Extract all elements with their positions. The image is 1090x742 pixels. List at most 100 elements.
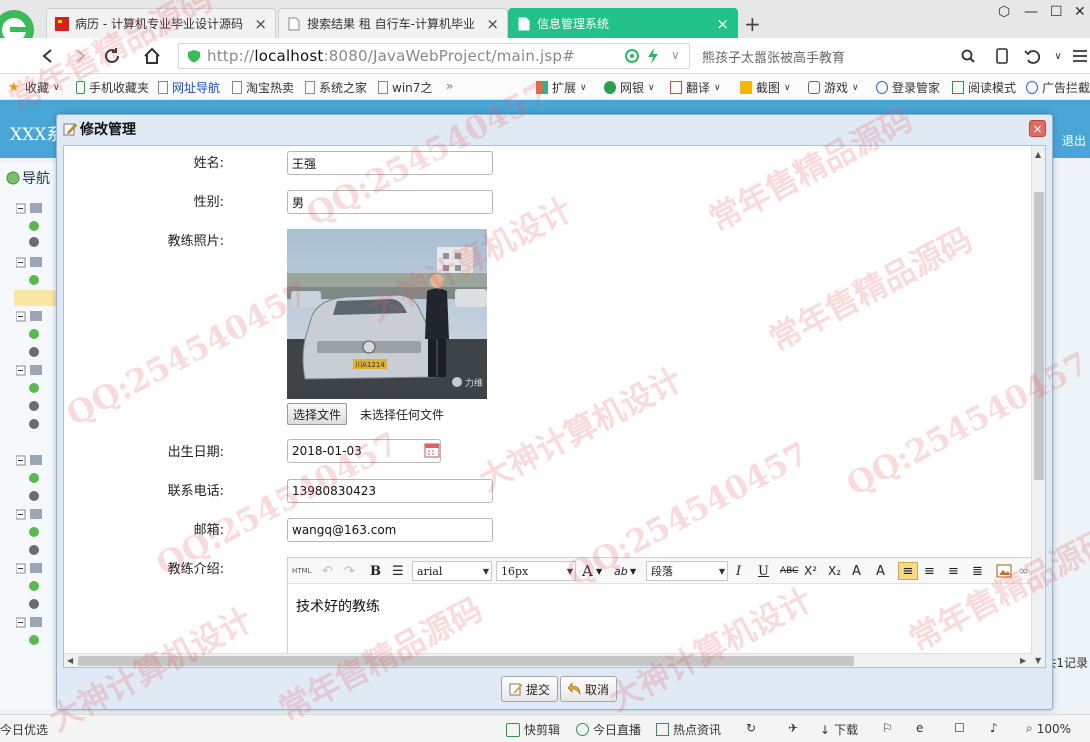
tab-close-icon[interactable]: × (254, 15, 267, 33)
submit-button[interactable]: 提交 (501, 676, 559, 702)
paragraph-select[interactable]: 段落 ▼ (646, 561, 728, 581)
tree-item-icon[interactable] (18, 382, 58, 394)
choose-file-button[interactable]: 选择文件 (287, 403, 348, 425)
bookmark-win7[interactable]: win7之 (378, 79, 432, 96)
mobile-icon[interactable] (990, 44, 1014, 68)
back-icon[interactable] (36, 44, 60, 68)
undo-dropdown-icon[interactable]: ∨ (1046, 44, 1070, 68)
tab-medical-records[interactable]: 病历 - 计算机专业毕业设计源码 × (46, 8, 276, 38)
tree-item-icon[interactable] (18, 400, 58, 412)
search-icon[interactable] (956, 44, 980, 68)
tree-item-icon[interactable] (18, 526, 58, 538)
bold-button[interactable]: B (370, 562, 381, 580)
dropdown-arrow-icon[interactable]: ▼ (596, 562, 602, 580)
dialog-vertical-scrollbar[interactable]: ▲ ▼ (1031, 146, 1045, 667)
home-icon[interactable] (140, 44, 164, 68)
bookmark-login[interactable]: 登录管家 (876, 79, 940, 96)
tree-item-icon[interactable] (18, 598, 58, 610)
dialog-horizontal-scrollbar[interactable]: ◀ ▶ (64, 653, 1033, 667)
font-style-icon[interactable]: A (852, 562, 861, 580)
search-input[interactable]: 熊孩子太嚣张被高手教育 (702, 47, 845, 66)
tree-item-icon[interactable] (18, 580, 58, 592)
redo-icon[interactable]: ↷ (344, 562, 355, 580)
highlight-button[interactable]: ab (614, 562, 628, 580)
logout-link[interactable]: 退出 (1062, 132, 1086, 149)
status-download[interactable]: ↓ 下载 (820, 721, 858, 738)
tree-item-icon[interactable] (18, 472, 58, 484)
bookmark-translate[interactable]: 翻译 ∨ (670, 79, 721, 96)
align-center-icon[interactable]: ≡ (924, 562, 935, 580)
forward-icon[interactable] (68, 44, 92, 68)
status-pin-icon[interactable]: ✈ (788, 721, 798, 735)
link-icon[interactable]: ∞ (1018, 562, 1029, 580)
gender-field[interactable] (287, 190, 493, 214)
tree-item-icon[interactable] (18, 544, 58, 556)
dialog-titlebar[interactable]: 修改管理 × (57, 115, 1052, 143)
tree-item-icon[interactable] (18, 236, 58, 248)
status-quick-edit[interactable]: 快剪辑 (506, 721, 560, 738)
tab-search-results[interactable]: 搜索结果 租 自行车-计算机毕业 × (278, 8, 508, 38)
address-bar[interactable]: http://localhost:8080/JavaWebProject/mai… (178, 43, 690, 69)
horizontal-scroll-thumb[interactable] (78, 656, 854, 666)
reload-icon[interactable] (100, 44, 124, 68)
tree-folder[interactable] (15, 310, 56, 324)
tree-item-selected[interactable] (14, 290, 58, 306)
tree-folder[interactable] (15, 562, 56, 576)
cancel-button[interactable]: 取消 (560, 676, 618, 702)
italic-button[interactable]: I (736, 562, 741, 580)
name-field[interactable] (287, 151, 493, 175)
close-window-icon[interactable]: ✕ (1074, 4, 1086, 20)
html-source-button[interactable]: HTML (292, 562, 311, 580)
font-style-alt-icon[interactable]: A (876, 562, 885, 580)
bookmark-nav[interactable]: 网址导航 (158, 79, 220, 96)
speed-mode-icon[interactable] (625, 49, 639, 63)
tree-folder[interactable] (15, 202, 56, 216)
status-zoom[interactable]: ⌕ 100% (1026, 721, 1071, 736)
font-family-select[interactable]: arial ▼ (412, 561, 492, 581)
dropdown-chevron-icon[interactable]: ∨ (671, 48, 680, 62)
tree-folder[interactable] (15, 256, 56, 270)
bookmark-bank[interactable]: 网银 ∨ (604, 79, 655, 96)
superscript-button[interactable]: X² (804, 562, 817, 580)
font-color-button[interactable]: A (582, 562, 593, 580)
tree-item-icon[interactable] (18, 490, 58, 502)
bookmark-screenshot[interactable]: 截图 ∨ (740, 79, 791, 96)
vertical-scroll-thumb[interactable] (1034, 192, 1044, 480)
birth-date-field[interactable] (287, 439, 441, 463)
status-browser-icon[interactable]: e (916, 721, 923, 735)
align-left-icon[interactable]: ≡ (898, 562, 918, 580)
status-refresh-icon[interactable]: ↻ (746, 721, 756, 735)
dropdown-arrow-icon[interactable]: ▼ (630, 562, 636, 580)
bookmark-mobile[interactable]: 手机收藏夹 (76, 79, 149, 96)
format-clear-icon[interactable]: ☰ (392, 562, 404, 580)
email-field[interactable] (287, 518, 493, 542)
tree-item-icon[interactable] (18, 634, 58, 646)
tree-item-icon[interactable] (18, 346, 58, 358)
editor-content[interactable]: 技术好的教练 (296, 596, 380, 616)
status-live[interactable]: 今日直播 (576, 721, 641, 738)
search-box[interactable]: 熊孩子太嚣张被高手教育 (692, 43, 982, 69)
status-flag-icon[interactable]: ⚐ (882, 721, 893, 735)
status-window-icon[interactable]: ☐ (954, 721, 965, 735)
bookmark-extensions[interactable]: 扩展 ∨ (536, 79, 587, 96)
align-right-icon[interactable]: ≡ (948, 562, 959, 580)
status-daily-picks[interactable]: 今日优选 (0, 721, 48, 738)
bookmark-reader[interactable]: 阅读模式 (952, 79, 1016, 96)
scroll-up-icon[interactable]: ▲ (1035, 150, 1041, 159)
status-sound-icon[interactable]: ♪ (990, 721, 998, 735)
tree-item-icon[interactable] (18, 418, 58, 430)
tree-folder[interactable] (15, 364, 56, 378)
scroll-left-icon[interactable]: ◀ (67, 656, 73, 665)
new-tab-button[interactable]: + (744, 12, 761, 36)
subscript-button[interactable]: X₂ (828, 562, 841, 580)
dialog-close-button[interactable]: × (1029, 120, 1046, 137)
scroll-right-icon[interactable]: ▶ (1020, 656, 1026, 665)
tab-info-system[interactable]: 信息管理系统 × (508, 8, 738, 38)
menu-icon[interactable] (1068, 44, 1090, 68)
maximize-icon[interactable]: ☐ (1050, 4, 1063, 20)
bookmark-favorites[interactable]: ★ 收藏 ∨ (8, 79, 60, 96)
insert-image-icon[interactable] (996, 562, 1012, 580)
tree-folder[interactable] (15, 616, 56, 630)
minimize-icon[interactable]: — (1024, 4, 1038, 20)
strikethrough-button[interactable]: ABC (780, 562, 798, 580)
